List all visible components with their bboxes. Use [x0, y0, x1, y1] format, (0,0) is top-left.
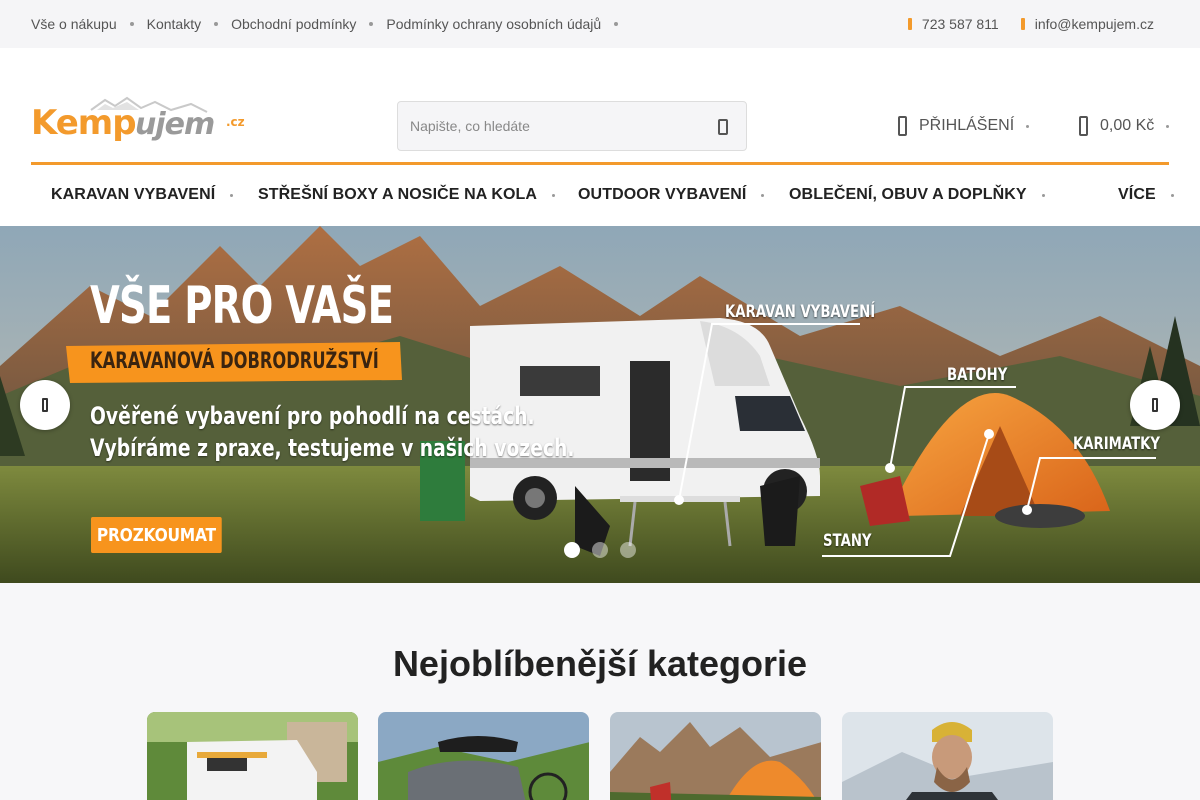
category-image	[378, 712, 589, 800]
logo-text-cz: .cz	[226, 115, 245, 129]
banner-label-caravan[interactable]: KARAVAN VYBAVENÍ	[725, 302, 875, 322]
chevron-left-icon	[42, 398, 48, 412]
section-heading: Nejoblíbenější kategorie	[392, 643, 808, 684]
top-link-privacy[interactable]: Podmínky ochrany osobních údajů	[386, 16, 631, 32]
banner-label-mats[interactable]: KARIMATKY	[1073, 434, 1160, 454]
category-card-outdoor[interactable]	[610, 712, 821, 800]
chevron-down-icon	[761, 193, 765, 197]
cart-total: 0,00 Kč	[1100, 117, 1155, 134]
separator-dot	[614, 22, 619, 26]
top-link-terms[interactable]: Obchodní podmínky	[231, 16, 386, 32]
logo-text-ujem: ujem	[135, 107, 214, 142]
chevron-down-icon	[1170, 193, 1174, 197]
user-icon	[898, 116, 907, 136]
search-input[interactable]	[410, 102, 700, 150]
slide-dot-2[interactable]	[592, 542, 608, 558]
banner-line-2: Vybíráme z praxe, testujeme v našich voz…	[90, 434, 575, 462]
cart-button[interactable]: 0,00 Kč	[1079, 112, 1170, 140]
main-nav: KARAVAN VYBAVENÍ STŘEŠNÍ BOXY A NOSIČE N…	[31, 165, 1174, 225]
phone-icon	[907, 18, 912, 30]
category-card-roof-boxes[interactable]	[378, 712, 589, 800]
nav-item-roof-boxes[interactable]: STŘEŠNÍ BOXY A NOSIČE NA KOLA	[258, 165, 556, 225]
separator-dot	[129, 22, 134, 26]
category-image	[610, 712, 821, 800]
cart-icon	[1079, 116, 1088, 136]
category-card-clothing[interactable]	[842, 712, 1053, 800]
banner-label-tents[interactable]: STANY	[823, 531, 872, 551]
top-link-about-shopping[interactable]: Vše o nákupu	[31, 16, 147, 32]
banner-subtitle: KARAVANOVÁ DOBRODRUŽSTVÍ	[90, 349, 379, 374]
chevron-down-icon	[552, 193, 556, 197]
category-image	[147, 712, 358, 800]
top-link-contacts[interactable]: Kontakty	[147, 16, 231, 32]
banner-prev-button[interactable]	[20, 380, 70, 430]
slide-dot-3[interactable]	[620, 542, 636, 558]
separator-dot	[369, 22, 374, 26]
chevron-down-icon	[1166, 124, 1170, 128]
chevron-down-icon	[230, 193, 234, 197]
chevron-right-icon	[1152, 398, 1158, 412]
chevron-down-icon	[1041, 193, 1045, 197]
separator-dot	[214, 22, 219, 26]
email-icon	[1020, 18, 1025, 30]
nav-item-more[interactable]: VÍCE	[1118, 165, 1174, 225]
email-link[interactable]: info@kempujem.cz	[1020, 16, 1154, 32]
login-label: PŘIHLÁŠENÍ	[919, 117, 1015, 134]
nav-item-outdoor[interactable]: OUTDOOR VYBAVENÍ	[578, 165, 765, 225]
site-logo[interactable]: Kemp ujem .cz	[31, 96, 251, 152]
banner-subtitle-bg: KARAVANOVÁ DOBRODRUŽSTVÍ	[66, 343, 401, 381]
top-bar: Vše o nákupu Kontakty Obchodní podmínky …	[0, 0, 1200, 48]
top-links: Vše o nákupu Kontakty Obchodní podmínky …	[31, 0, 631, 48]
banner-next-button[interactable]	[1130, 380, 1180, 430]
logo-text-kemp: Kemp	[31, 103, 136, 143]
login-button[interactable]: PŘIHLÁŠENÍ	[898, 112, 1030, 140]
banner-line-1: Ověřené vybavení pro pohodlí na cestách.	[90, 402, 535, 430]
chevron-down-icon	[1026, 124, 1030, 128]
popular-categories: Nejoblíbenější kategorie	[0, 583, 1200, 800]
banner-title: VŠE PRO VAŠE	[90, 276, 394, 336]
logo-graphic: Kemp ujem .cz	[31, 96, 245, 143]
phone-link[interactable]: 723 587 811	[907, 16, 999, 32]
banner-label-backpacks[interactable]: BATOHY	[947, 365, 1007, 385]
top-contact: 723 587 811 info@kempujem.cz	[886, 0, 1154, 48]
category-card-caravan[interactable]	[147, 712, 358, 800]
nav-item-caravan[interactable]: KARAVAN VYBAVENÍ	[51, 165, 234, 225]
search-box	[397, 101, 747, 151]
slide-dot-1[interactable]	[564, 542, 580, 558]
explore-button[interactable]: PROZKOUMAT	[91, 517, 222, 553]
search-icon[interactable]	[718, 119, 728, 135]
nav-item-clothing[interactable]: OBLEČENÍ, OBUV A DOPLŇKY	[789, 165, 1045, 225]
category-image	[842, 712, 1053, 800]
